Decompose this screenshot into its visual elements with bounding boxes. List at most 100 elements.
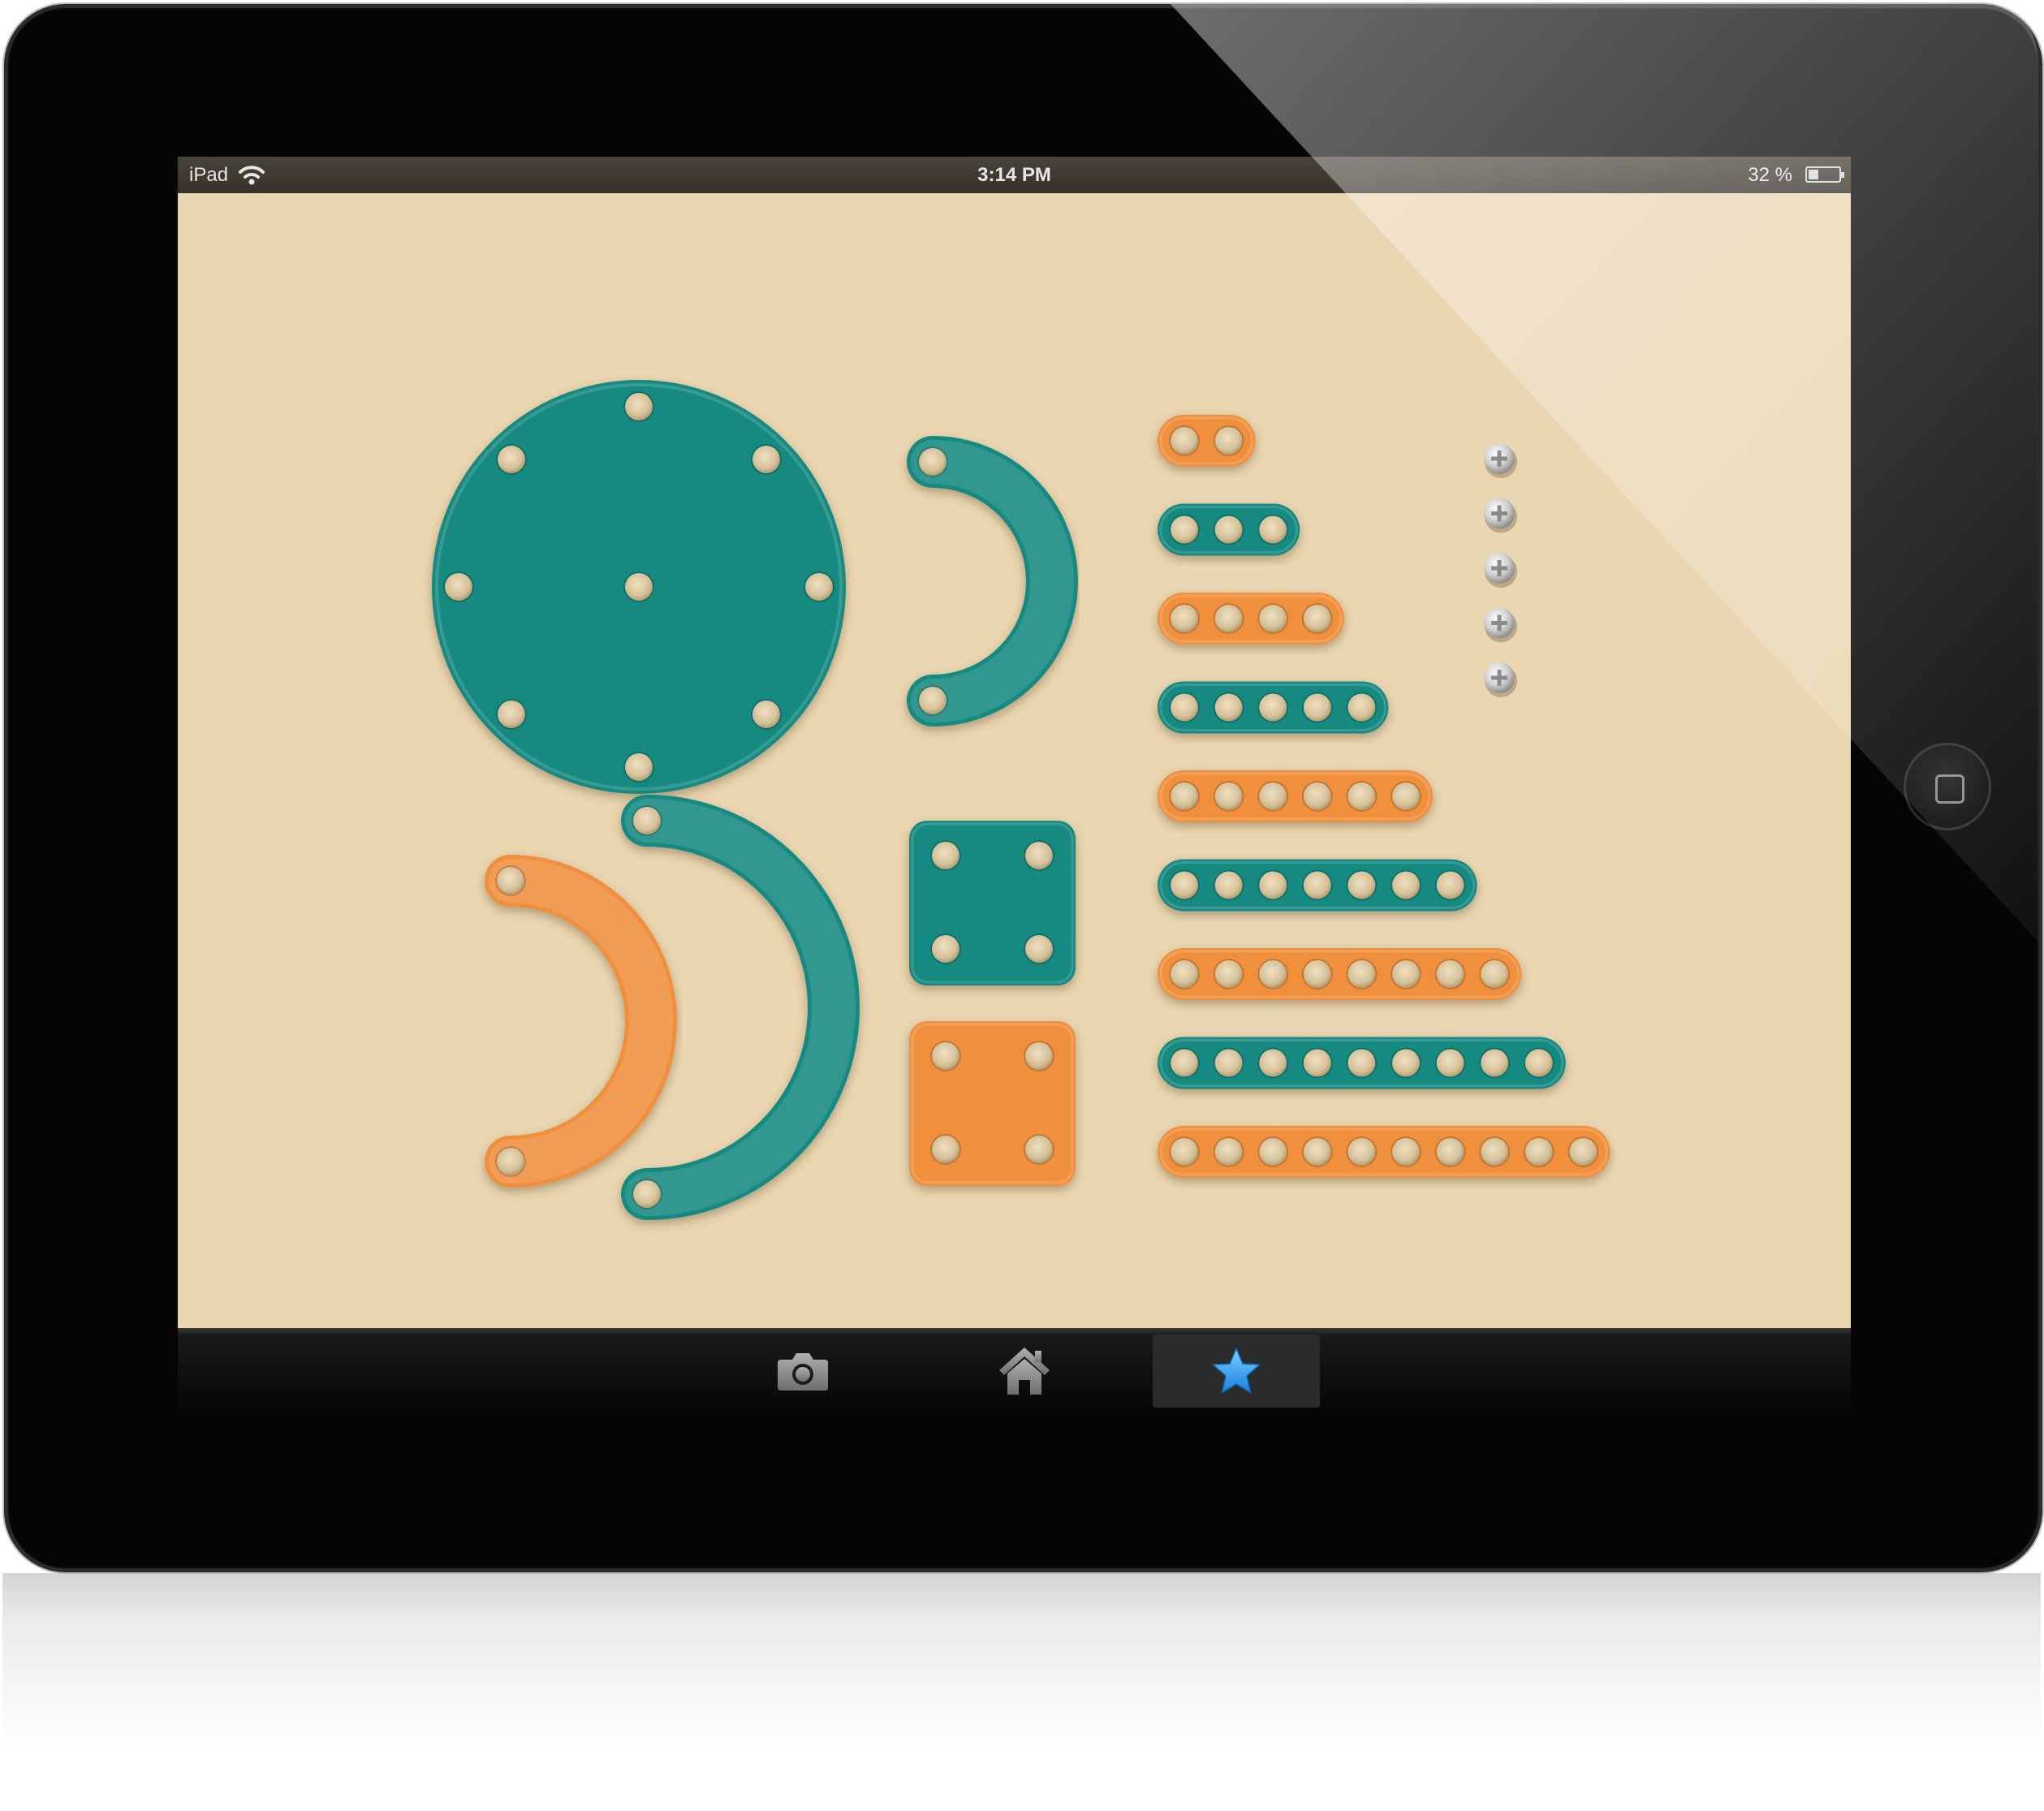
peg-hole <box>1303 605 1331 632</box>
bar-plate-8[interactable] <box>1158 948 1522 1000</box>
peg-hole <box>1392 1049 1420 1077</box>
peg-hole <box>1259 693 1287 722</box>
peg-hole <box>1348 871 1376 899</box>
screw-icon[interactable] <box>1484 607 1517 643</box>
peg-hole <box>919 687 947 714</box>
ipad-screen: iPad 3:14 PM 32 % <box>178 157 1851 1415</box>
peg-hole <box>1392 871 1420 899</box>
peg-hole <box>919 448 947 476</box>
battery-percentage: 32 % <box>1748 164 1792 186</box>
arc-plate-small[interactable] <box>907 436 1078 727</box>
bar-plate-5[interactable] <box>1158 681 1389 734</box>
peg-hole <box>1348 960 1376 988</box>
peg-hole <box>625 573 653 601</box>
peg-hole <box>1214 427 1243 455</box>
peg-hole <box>625 753 653 781</box>
peg-hole <box>1259 1138 1287 1166</box>
bar-plate-7[interactable] <box>1158 859 1477 912</box>
peg-hole <box>1171 783 1198 810</box>
peg-hole <box>1171 515 1198 544</box>
peg-hole <box>1303 693 1331 722</box>
bar-plate-4[interactable] <box>1158 593 1344 645</box>
peg-hole <box>1348 1138 1376 1166</box>
square-plate[interactable] <box>909 821 1076 985</box>
peg-hole <box>1569 1138 1598 1166</box>
peg-hole <box>633 1180 661 1208</box>
peg-hole <box>1214 605 1243 632</box>
peg-hole <box>497 867 524 895</box>
peg-hole <box>1171 960 1198 988</box>
peg-hole <box>932 1136 959 1163</box>
tab-home[interactable] <box>941 1335 1108 1408</box>
peg-hole <box>1348 693 1376 722</box>
peg-hole <box>1348 1049 1376 1077</box>
bar-plate-10[interactable] <box>1158 1126 1611 1178</box>
parts-tray <box>432 380 1611 1220</box>
peg-hole <box>1259 515 1287 544</box>
peg-hole <box>1259 871 1287 899</box>
ipad-device-frame: iPad 3:14 PM 32 % <box>2 2 2044 1574</box>
peg-hole <box>1025 935 1053 963</box>
peg-hole <box>1214 693 1243 722</box>
peg-hole <box>1259 1049 1287 1077</box>
peg-hole <box>752 446 780 474</box>
tab-favorites[interactable] <box>1153 1335 1320 1408</box>
screw-icon[interactable] <box>1484 498 1517 533</box>
tab-camera[interactable] <box>719 1335 886 1408</box>
peg-hole <box>1481 960 1509 988</box>
peg-hole <box>1214 1049 1243 1077</box>
peg-hole <box>1303 783 1331 810</box>
peg-hole <box>1214 960 1243 988</box>
bar-plate-9[interactable] <box>1158 1037 1566 1089</box>
screw-icon[interactable] <box>1484 662 1517 697</box>
arc-plate-medium[interactable] <box>485 855 677 1188</box>
camera-icon <box>778 1353 828 1391</box>
peg-hole <box>805 573 833 601</box>
workbench-canvas[interactable] <box>178 193 1851 1328</box>
peg-hole <box>1171 871 1198 899</box>
peg-hole <box>497 1148 524 1175</box>
peg-hole <box>498 446 526 474</box>
screw-icon[interactable] <box>1484 553 1517 588</box>
peg-hole <box>1214 1138 1243 1166</box>
peg-hole <box>1171 693 1198 722</box>
peg-hole <box>1303 960 1331 988</box>
peg-hole <box>1436 1138 1464 1166</box>
square-plate[interactable] <box>909 1021 1076 1186</box>
peg-hole <box>1025 842 1053 869</box>
peg-hole <box>932 842 959 869</box>
peg-hole <box>1171 1049 1198 1077</box>
peg-hole <box>1303 1049 1331 1077</box>
battery-icon <box>1805 166 1844 183</box>
peg-hole <box>1436 1049 1464 1077</box>
round-plate[interactable] <box>432 380 846 794</box>
peg-hole <box>1025 1042 1053 1070</box>
star-icon <box>1212 1347 1261 1394</box>
peg-hole <box>1214 783 1243 810</box>
home-button[interactable] <box>1904 743 1991 830</box>
peg-hole <box>1171 605 1198 632</box>
peg-hole <box>1481 1049 1509 1077</box>
peg-hole <box>1436 871 1464 899</box>
peg-hole <box>1436 960 1464 988</box>
peg-hole <box>498 700 526 728</box>
peg-hole <box>625 393 653 420</box>
bar-plate-2[interactable] <box>1158 415 1256 467</box>
bar-plate-3[interactable] <box>1158 503 1300 556</box>
peg-hole <box>932 935 959 963</box>
peg-hole <box>1171 427 1198 455</box>
tab-bar <box>178 1328 1851 1415</box>
peg-hole <box>1303 1138 1331 1166</box>
peg-hole <box>1259 960 1287 988</box>
peg-hole <box>633 807 661 834</box>
screw-icon[interactable] <box>1484 443 1517 478</box>
peg-hole <box>1303 871 1331 899</box>
peg-hole <box>1214 515 1243 544</box>
peg-hole <box>1259 783 1287 810</box>
status-bar: iPad 3:14 PM 32 % <box>178 157 1851 193</box>
bar-plate-6[interactable] <box>1158 770 1433 822</box>
peg-hole <box>445 573 472 601</box>
peg-hole <box>1348 783 1376 810</box>
peg-hole <box>1171 1138 1198 1166</box>
peg-hole <box>1025 1136 1053 1163</box>
